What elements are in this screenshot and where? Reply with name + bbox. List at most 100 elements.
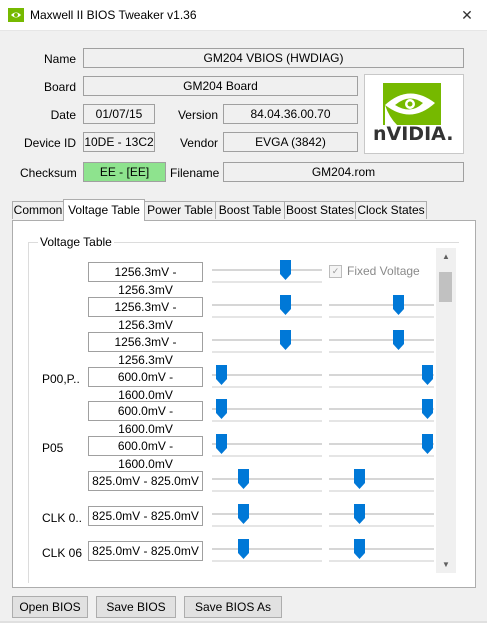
tab-power-table[interactable]: Power Table xyxy=(144,201,216,219)
tab-common[interactable]: Common xyxy=(12,201,64,219)
tab-boost-table[interactable]: Boost Table xyxy=(215,201,285,219)
name-label: Name xyxy=(43,52,76,66)
slider-ticks xyxy=(329,455,434,457)
slider-track xyxy=(329,339,434,341)
version-field[interactable]: 84.04.36.00.70 xyxy=(223,104,358,124)
voltage-slider[interactable] xyxy=(212,539,322,565)
slider-ticks xyxy=(329,420,434,422)
voltage-range-field[interactable]: 600.0mV - 1600.0mV xyxy=(88,436,203,471)
slider-thumb[interactable] xyxy=(280,260,291,280)
voltage-range-field[interactable]: 1256.3mV - 1256.3mV xyxy=(88,332,203,367)
slider-track xyxy=(329,408,434,410)
slider-track xyxy=(329,513,434,515)
nvidia-logo: nVIDIA. xyxy=(364,74,464,154)
scroll-up-icon[interactable]: ▲ xyxy=(436,248,456,265)
filename-field[interactable]: GM204.rom xyxy=(223,162,464,182)
voltage-slider[interactable] xyxy=(329,434,434,460)
nvidia-logo-text: nVIDIA. xyxy=(373,123,454,145)
voltage-table-title: Voltage Table xyxy=(38,235,114,249)
voltage-slider[interactable] xyxy=(212,399,322,425)
save-bios-as-button[interactable]: Save BIOS As xyxy=(184,596,282,618)
voltage-slider[interactable] xyxy=(212,260,322,286)
voltage-slider[interactable] xyxy=(329,295,434,321)
vendor-label: Vendor xyxy=(179,136,218,150)
voltage-range-field[interactable]: 825.0mV - 825.0mV xyxy=(88,471,203,491)
slider-ticks xyxy=(212,560,322,562)
slider-thumb[interactable] xyxy=(422,434,433,454)
tab-clock-states[interactable]: Clock States xyxy=(355,201,427,219)
voltage-range-field[interactable]: 825.0mV - 825.0mV xyxy=(88,506,203,526)
voltage-range-field[interactable]: 825.0mV - 825.0mV xyxy=(88,541,203,561)
board-field[interactable]: GM204 Board xyxy=(83,76,358,96)
row-label-clk0: CLK 0.. xyxy=(42,511,83,525)
save-bios-button[interactable]: Save BIOS xyxy=(96,596,176,618)
voltage-slider[interactable] xyxy=(329,539,434,565)
slider-thumb[interactable] xyxy=(216,365,227,385)
slider-thumb[interactable] xyxy=(280,295,291,315)
slider-track xyxy=(329,443,434,445)
slider-ticks xyxy=(212,281,322,283)
slider-thumb[interactable] xyxy=(354,539,365,559)
voltage-slider[interactable] xyxy=(212,434,322,460)
slider-track xyxy=(212,339,322,341)
slider-thumb[interactable] xyxy=(216,399,227,419)
slider-thumb[interactable] xyxy=(238,469,249,489)
voltage-slider[interactable] xyxy=(212,365,322,391)
row-label-p00: P00,P.. xyxy=(42,372,80,386)
slider-thumb[interactable] xyxy=(393,295,404,315)
voltage-slider[interactable] xyxy=(329,365,434,391)
date-label: Date xyxy=(50,108,76,122)
voltage-range-field[interactable]: 600.0mV - 1600.0mV xyxy=(88,367,203,402)
slider-thumb[interactable] xyxy=(354,469,365,489)
close-icon[interactable]: ✕ xyxy=(452,4,482,26)
title-bar: Maxwell II BIOS Tweaker v1.36 ✕ xyxy=(0,0,487,31)
slider-ticks xyxy=(212,525,322,527)
device-id-label: Device ID xyxy=(23,136,76,150)
slider-ticks xyxy=(212,455,322,457)
voltage-slider[interactable] xyxy=(329,504,434,530)
slider-thumb[interactable] xyxy=(238,539,249,559)
check-icon: ✓ xyxy=(329,265,342,278)
board-label: Board xyxy=(43,80,76,94)
voltage-slider[interactable] xyxy=(212,330,322,356)
slider-ticks xyxy=(212,316,322,318)
row-label-clk06: CLK 06 xyxy=(42,546,83,560)
voltage-range-field[interactable]: 1256.3mV - 1256.3mV xyxy=(88,297,203,332)
slider-track xyxy=(212,478,322,480)
slider-thumb[interactable] xyxy=(238,504,249,524)
device-id-field[interactable]: 10DE - 13C2 xyxy=(83,132,155,152)
scroll-down-icon[interactable]: ▼ xyxy=(436,556,456,573)
date-field[interactable]: 01/07/15 xyxy=(83,104,155,124)
slider-thumb[interactable] xyxy=(393,330,404,350)
checksum-field: EE - [EE] xyxy=(83,162,166,182)
name-field[interactable]: GM204 VBIOS (HWDIAG) xyxy=(83,48,464,68)
slider-thumb[interactable] xyxy=(280,330,291,350)
slider-thumb[interactable] xyxy=(422,399,433,419)
app-icon xyxy=(8,8,24,22)
voltage-slider[interactable] xyxy=(329,330,434,356)
slider-thumb[interactable] xyxy=(422,365,433,385)
slider-thumb[interactable] xyxy=(354,504,365,524)
voltage-slider[interactable] xyxy=(329,399,434,425)
open-bios-button[interactable]: Open BIOS xyxy=(12,596,88,618)
vendor-field[interactable]: EVGA (3842) xyxy=(223,132,358,152)
voltage-range-field[interactable]: 1256.3mV - 1256.3mV xyxy=(88,262,203,297)
voltage-slider[interactable] xyxy=(212,504,322,530)
scroll-thumb[interactable] xyxy=(439,272,452,302)
slider-track xyxy=(212,269,322,271)
slider-track xyxy=(212,374,322,376)
slider-track xyxy=(329,478,434,480)
row-label-p05: P05 xyxy=(42,441,64,455)
tab-boost-states[interactable]: Boost States xyxy=(284,201,356,219)
voltage-slider[interactable] xyxy=(212,469,322,495)
slider-ticks xyxy=(329,560,434,562)
tab-voltage-table[interactable]: Voltage Table xyxy=(63,199,145,221)
voltage-slider[interactable] xyxy=(212,295,322,321)
slider-track xyxy=(212,408,322,410)
slider-thumb[interactable] xyxy=(216,434,227,454)
checksum-label: Checksum xyxy=(20,166,77,180)
slider-track xyxy=(329,304,434,306)
voltage-slider[interactable] xyxy=(329,469,434,495)
vertical-scrollbar[interactable]: ▲ ▼ xyxy=(436,248,456,573)
voltage-range-field[interactable]: 600.0mV - 1600.0mV xyxy=(88,401,203,436)
